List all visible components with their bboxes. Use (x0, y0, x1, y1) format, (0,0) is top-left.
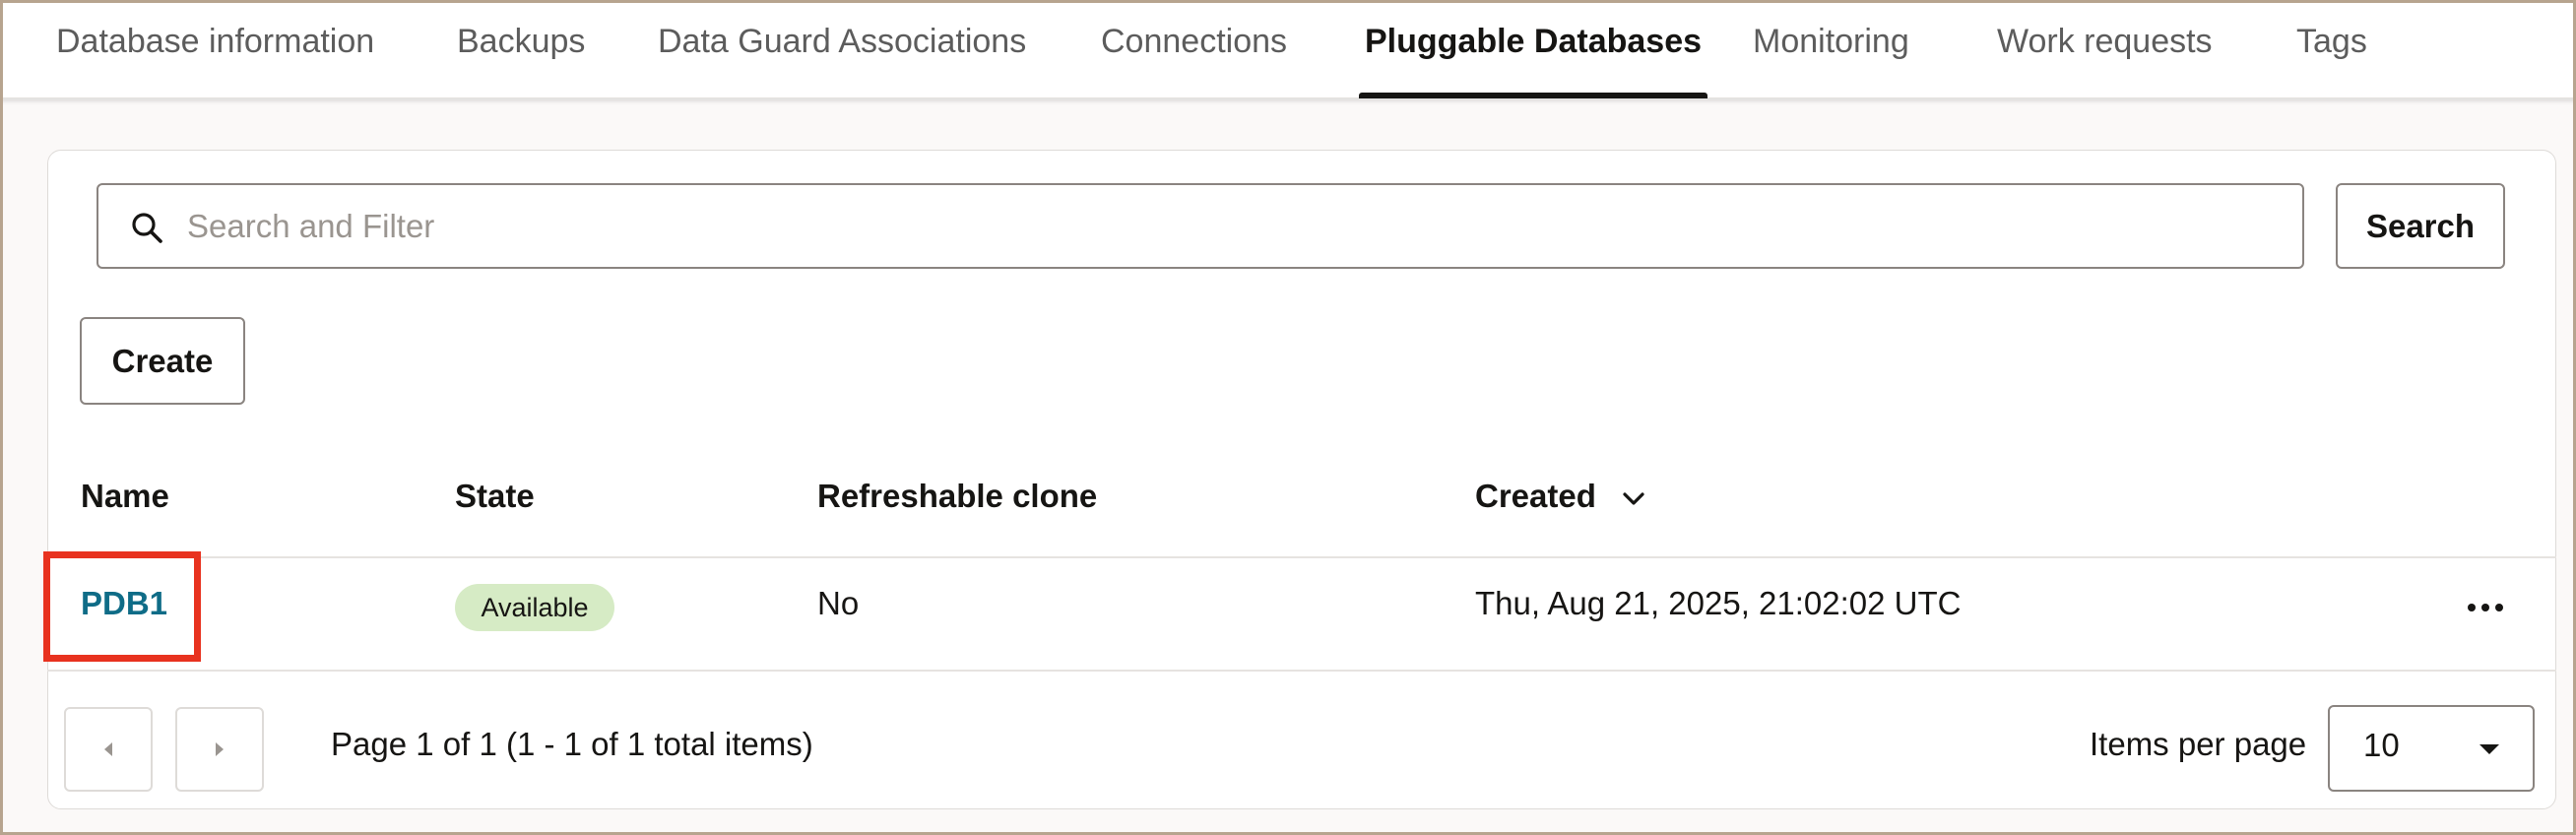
search-button[interactable]: Search (2336, 183, 2505, 269)
search-box[interactable] (97, 183, 2304, 269)
column-header-refreshable-clone[interactable]: Refreshable clone (817, 478, 1097, 515)
tab-database-information[interactable]: Database information (56, 0, 374, 98)
items-per-page-select[interactable]: 10 (2328, 705, 2535, 792)
items-per-page-label: Items per page (2090, 726, 2307, 762)
tab-tags[interactable]: Tags (2296, 0, 2367, 98)
status-badge: Available (455, 584, 614, 631)
search-input[interactable] (187, 185, 2285, 267)
caret-left-icon (104, 742, 112, 756)
highlight-box (43, 551, 201, 662)
tab-pluggable-databases[interactable]: Pluggable Databases (1358, 0, 1708, 98)
tab-monitoring[interactable]: Monitoring (1753, 0, 1909, 98)
next-page-button[interactable] (175, 707, 264, 792)
items-per-page-value: 10 (2363, 727, 2400, 763)
chevron-down-icon[interactable] (1619, 489, 1648, 509)
create-button[interactable]: Create (80, 317, 245, 405)
previous-page-button[interactable] (64, 707, 153, 792)
column-header-created[interactable]: Created (1475, 478, 1596, 515)
search-icon (132, 213, 162, 243)
column-header-name[interactable]: Name (81, 478, 169, 515)
pagination-summary: Page 1 of 1 (1 - 1 of 1 total items) (331, 726, 813, 762)
created-value: Thu, Aug 21, 2025, 21:02:02 UTC (1475, 585, 1962, 621)
column-header-state[interactable]: State (455, 478, 535, 515)
tab-bar: Database information Backups Data Guard … (0, 0, 2576, 98)
refreshable-clone-value: No (817, 585, 860, 621)
row-divider (47, 670, 2556, 672)
header-divider (47, 556, 2556, 558)
more-actions-icon[interactable] (2466, 602, 2505, 613)
caret-right-icon (216, 742, 224, 756)
caret-down-icon (2479, 744, 2499, 754)
tab-connections[interactable]: Connections (1101, 0, 1287, 98)
tab-work-requests[interactable]: Work requests (1997, 0, 2213, 98)
tab-data-guard-associations[interactable]: Data Guard Associations (658, 0, 1026, 98)
tab-backups[interactable]: Backups (457, 0, 585, 98)
